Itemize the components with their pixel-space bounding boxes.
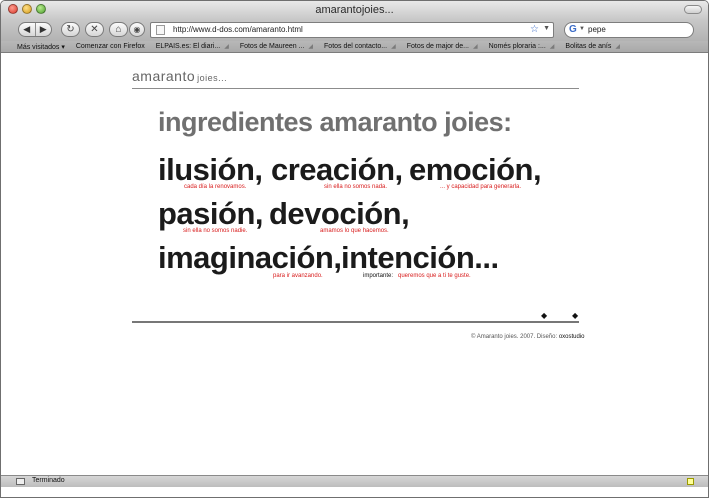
word-creacion: creación, <box>271 152 403 187</box>
page-content: amaranto joies... ingredientes amaranto j… <box>1 54 708 475</box>
logo-sub-text: joies... <box>197 73 228 83</box>
rss-feed-icon: ◢ <box>472 44 478 50</box>
header-divider <box>132 88 579 89</box>
page-icon <box>156 25 165 35</box>
rss-feed-icon: ◢ <box>549 44 555 50</box>
bookmark-item[interactable]: Comenzar con Firefox <box>76 43 145 50</box>
word-intencion: intención... <box>341 240 499 275</box>
stop-icon: ✕ <box>90 24 99 35</box>
home-button[interactable]: ⌂ <box>109 22 128 37</box>
site-identity-button[interactable]: ◉ <box>129 22 145 37</box>
toolbar-toggle-button[interactable] <box>684 5 702 14</box>
reload-icon: ↻ <box>66 24 75 35</box>
footer-divider <box>132 321 579 323</box>
window-title: amarantojoies... <box>315 4 394 16</box>
word-emocion: emoción, <box>409 152 542 187</box>
navigation-toolbar: ◀ ▶ ↻ ✕ ⌂ ◉ http://www.d-dos.com/amarant… <box>1 19 708 41</box>
url-dropdown-icon[interactable]: ▼ <box>543 25 550 32</box>
prev-page-button[interactable]: ◆ <box>541 311 547 320</box>
word-pasion: pasión, <box>158 196 264 231</box>
page-heading: ingredientes amaranto joies: <box>158 107 512 137</box>
bookmarks-bar: Más visitados ▾ Comenzar con Firefox ELP… <box>1 41 708 53</box>
search-engine-icon[interactable]: G <box>569 24 577 35</box>
note-pasion: sin ella no somos nadie. <box>183 228 248 234</box>
rss-feed-icon: ◢ <box>224 44 229 50</box>
url-bar[interactable]: http://www.d-dos.com/amaranto.html ☆ ▼ <box>150 22 554 38</box>
status-text: Terminado <box>32 477 65 484</box>
search-engine-dropdown-icon[interactable]: ▼ <box>579 26 585 32</box>
url-text: http://www.d-dos.com/amaranto.html <box>173 25 303 34</box>
bookmark-item[interactable]: Fotos del contacto... ◢ <box>324 43 396 50</box>
word-devocion: devoción, <box>269 196 410 231</box>
footer-copyright: © Amaranto joies. 2007. Diseño: <box>471 334 558 340</box>
word-ilusion: ilusión, <box>158 152 263 187</box>
bookmark-item[interactable]: Fotos de Maureen ... ◢ <box>240 43 313 50</box>
status-bar: Terminado <box>1 475 708 487</box>
next-page-button[interactable]: ◆ <box>572 311 578 320</box>
home-icon: ⌂ <box>115 24 122 35</box>
word-imaginacion: imaginación, <box>158 240 342 275</box>
bookmark-item[interactable]: ELPAIS.es: El diari... ◢ <box>156 43 229 50</box>
bookmark-item[interactable]: Más visitados ▾ <box>17 43 65 51</box>
note-ilusion: cada día la renovamos. <box>184 184 247 190</box>
browser-window: amarantojoies... ◀ ▶ ↻ ✕ ⌂ ◉ http://www.… <box>0 0 709 498</box>
title-bar: amarantojoies... <box>1 1 708 19</box>
forward-button[interactable]: ▶ <box>36 23 52 36</box>
footer-credits: © Amaranto joies. 2007. Diseño: oxostudi… <box>471 334 585 340</box>
search-input[interactable]: pepe <box>588 25 606 34</box>
back-icon: ◀ <box>23 24 31 34</box>
note-devocion: amamos lo que hacemos. <box>320 228 389 234</box>
note-intencion: queremos que a ti te guste. <box>398 273 471 279</box>
note-emocion: ... y capacidad para generarla. <box>440 184 522 190</box>
bookmark-star-icon[interactable]: ☆ <box>530 24 539 35</box>
site-logo[interactable]: amaranto joies... <box>132 68 227 86</box>
designer-link[interactable]: oxostudio <box>559 334 585 340</box>
rss-feed-icon: ◢ <box>615 44 620 50</box>
stop-button[interactable]: ✕ <box>85 22 104 37</box>
reload-button[interactable]: ↻ <box>61 22 80 37</box>
note-creacion: sin ella no somos nada. <box>324 184 388 190</box>
search-box[interactable]: G ▼ pepe <box>564 22 694 38</box>
status-indicator-icon <box>687 478 694 485</box>
rss-feed-icon: ◢ <box>391 44 396 50</box>
status-page-icon <box>16 478 25 485</box>
globe-icon: ◉ <box>133 25 141 34</box>
forward-icon: ▶ <box>39 24 47 34</box>
back-forward-group: ◀ ▶ <box>18 22 52 37</box>
rss-feed-icon: ◢ <box>308 44 314 50</box>
back-button[interactable]: ◀ <box>19 23 36 36</box>
bookmark-item[interactable]: Bolitas de anís ◢ <box>565 43 620 50</box>
note-intencion-label: importante: <box>363 273 394 279</box>
logo-main-text: amaranto <box>132 68 196 84</box>
bookmark-item[interactable]: Només ploraria :... ◢ <box>489 43 555 50</box>
bookmark-item[interactable]: Fotos de major de... ◢ <box>407 43 478 50</box>
note-imaginacion: para ir avanzando. <box>273 273 323 279</box>
